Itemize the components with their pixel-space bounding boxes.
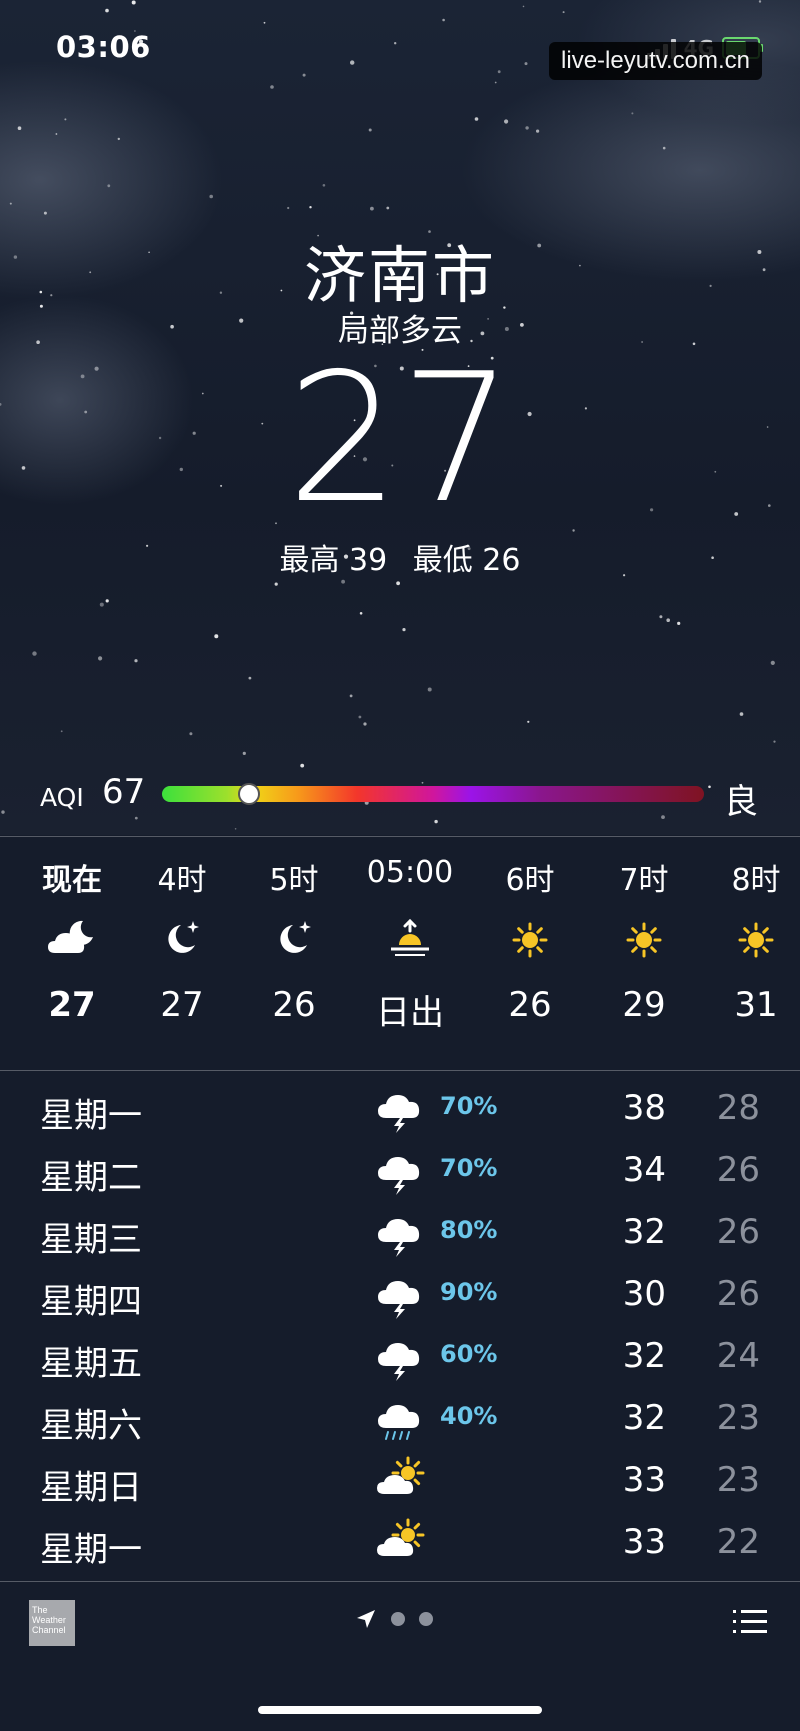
- daily-row: 星期五 60% 32 24: [0, 1326, 800, 1388]
- day-high: 32: [622, 1398, 666, 1438]
- day-low: 28: [716, 1088, 760, 1128]
- hour-label: 4时: [157, 863, 207, 898]
- day-low: 23: [716, 1398, 760, 1438]
- precip-chance: 90%: [440, 1278, 498, 1306]
- daily-row: 星期一 33 22: [0, 1512, 800, 1574]
- precip-chance: 80%: [440, 1216, 498, 1244]
- daily-row: 星期一 70% 38 28: [0, 1078, 800, 1140]
- day-name: 星期四: [40, 1282, 142, 1322]
- day-high: 34: [622, 1150, 666, 1190]
- hourly-item: 05:00 日出: [350, 855, 470, 1034]
- hour-label: 7时: [619, 863, 669, 898]
- moon-stars-icon: [234, 895, 354, 985]
- hourly-item: 4时 27: [122, 855, 242, 1025]
- hour-label: 8时: [731, 863, 781, 898]
- hour-temperature: 29: [622, 985, 666, 1025]
- sun-icon: [696, 895, 800, 985]
- sun-icon: [584, 895, 704, 985]
- daily-row: 星期二 70% 34 26: [0, 1140, 800, 1202]
- thunderstorm-icon: [376, 1332, 426, 1382]
- watermark: live-leyutv.com.cn: [549, 42, 762, 80]
- home-indicator[interactable]: [258, 1706, 542, 1714]
- hourly-item: 6时 26: [470, 855, 590, 1025]
- hour-temperature: 26: [508, 985, 552, 1025]
- thunderstorm-icon: [376, 1208, 426, 1258]
- daily-row: 星期四 90% 30 26: [0, 1264, 800, 1326]
- day-name: 星期二: [40, 1158, 142, 1198]
- day-name: 星期一: [40, 1096, 142, 1136]
- day-high: 38: [622, 1088, 666, 1128]
- status-time: 03:06: [56, 30, 151, 64]
- day-low: 26: [716, 1150, 760, 1190]
- hourly-item: 现在 27: [12, 855, 132, 1025]
- day-name: 星期日: [40, 1468, 142, 1508]
- precip-chance: 70%: [440, 1154, 498, 1182]
- current-temperature: 27: [286, 335, 514, 542]
- daily-row: 星期六 40% 32 23: [0, 1388, 800, 1450]
- day-low: 22: [716, 1522, 760, 1562]
- hour-label: 6时: [505, 863, 555, 898]
- location-arrow-icon[interactable]: [355, 1608, 377, 1630]
- partly-sunny-icon: [376, 1456, 426, 1506]
- thunderstorm-icon: [376, 1146, 426, 1196]
- page-indicator[interactable]: [355, 1608, 433, 1630]
- hour-temperature: 26: [272, 985, 316, 1025]
- partly-sunny-icon: [376, 1518, 426, 1568]
- divider: [0, 1070, 800, 1071]
- divider: [0, 836, 800, 837]
- sun-icon: [470, 895, 590, 985]
- day-low: 24: [716, 1336, 760, 1376]
- precip-chance: 60%: [440, 1340, 498, 1368]
- sunrise-icon: [350, 895, 470, 985]
- day-high: 32: [622, 1336, 666, 1376]
- hourly-item: 8时 31: [696, 855, 800, 1025]
- hour-label: 05:00: [366, 855, 454, 890]
- day-name: 星期五: [40, 1344, 142, 1384]
- low-temperature: 最低 26: [412, 543, 521, 578]
- aqi-label: AQI: [40, 783, 84, 812]
- page-dot[interactable]: [419, 1612, 433, 1626]
- aqi-value: 67: [102, 772, 146, 812]
- daily-row: 星期三 80% 32 26: [0, 1202, 800, 1264]
- divider: [0, 1581, 800, 1582]
- hour-temperature: 27: [48, 985, 96, 1025]
- moon-stars-icon: [122, 895, 242, 985]
- precip-chance: 70%: [440, 1092, 498, 1120]
- daily-row: 星期日 33 23: [0, 1450, 800, 1512]
- day-name: 星期三: [40, 1220, 142, 1260]
- day-low: 26: [716, 1212, 760, 1252]
- day-name: 星期一: [40, 1530, 142, 1570]
- high-low: 最高 39 最低 26: [0, 535, 800, 579]
- thunderstorm-icon: [376, 1084, 426, 1134]
- hourly-item: 7时 29: [584, 855, 704, 1025]
- city-list-icon[interactable]: [733, 1609, 767, 1635]
- hour-temperature: 日出: [376, 993, 444, 1033]
- day-high: 33: [622, 1522, 666, 1562]
- day-high: 32: [622, 1212, 666, 1252]
- rain-icon: [376, 1394, 426, 1444]
- day-name: 星期六: [40, 1406, 142, 1446]
- weather-channel-logo[interactable]: The Weather Channel: [29, 1600, 75, 1646]
- day-low: 23: [716, 1460, 760, 1500]
- hour-temperature: 27: [160, 985, 204, 1025]
- precip-chance: 40%: [440, 1402, 498, 1430]
- day-low: 26: [716, 1274, 760, 1314]
- high-temperature: 最高 39: [279, 543, 388, 578]
- day-high: 30: [622, 1274, 666, 1314]
- hourly-item: 5时 26: [234, 855, 354, 1025]
- hour-label: 5时: [269, 863, 319, 898]
- hour-label: 现在: [42, 863, 102, 898]
- day-high: 33: [622, 1460, 666, 1500]
- page-dot[interactable]: [391, 1612, 405, 1626]
- hour-temperature: 31: [734, 985, 778, 1025]
- cloudy-moon-icon: [12, 895, 132, 985]
- aqi-indicator: [237, 783, 260, 805]
- aqi-level: 良: [724, 782, 758, 822]
- thunderstorm-icon: [376, 1270, 426, 1320]
- city-name: 济南市: [303, 239, 496, 312]
